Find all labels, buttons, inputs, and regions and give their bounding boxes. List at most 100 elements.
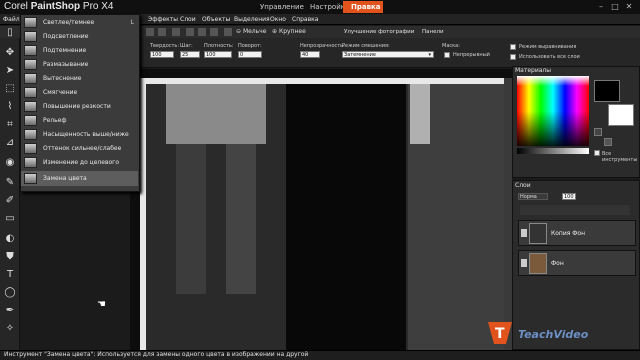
foreground-swatch[interactable]	[594, 80, 620, 102]
dropdown-item-label: Размазывание	[43, 61, 89, 68]
swap-colors-icon[interactable]	[594, 128, 602, 136]
redo-icon[interactable]	[186, 28, 194, 36]
selection-tool-icon[interactable]: ⬚	[3, 82, 17, 96]
panels-button[interactable]: Панели	[422, 29, 444, 35]
blend-mode-label: Режим смешения:	[342, 43, 390, 49]
visibility-eye-icon[interactable]	[521, 259, 527, 267]
undo-icon[interactable]	[172, 28, 180, 36]
shortcut-key: L	[130, 19, 134, 26]
dropdown-item-push[interactable]: Вытеснение	[21, 71, 138, 86]
burn-icon	[24, 45, 37, 56]
smudge-icon	[24, 59, 37, 70]
dropdown-item-emboss[interactable]: Рельеф	[21, 113, 138, 128]
enhance-photo-button[interactable]: Улучшение фотографии	[344, 29, 414, 35]
save-icon[interactable]	[158, 28, 166, 36]
rotation-input[interactable]: 0	[238, 51, 262, 58]
rotate-icon[interactable]	[210, 28, 218, 36]
photo-dress	[166, 84, 266, 144]
pick-tool-icon[interactable]: ➤	[3, 64, 17, 78]
dropdown-item-hue[interactable]: Оттенок сильнее/слабее	[21, 141, 138, 156]
dropdown-item-burn[interactable]: Подтемнение	[21, 43, 138, 58]
palette-highlight	[517, 76, 589, 86]
app-title-product: PaintShop	[30, 1, 81, 12]
emboss-icon	[24, 115, 37, 126]
dropdown-item-label: Светлее/темнее	[43, 19, 95, 26]
minimize-icon[interactable]: –	[596, 2, 606, 11]
image-canvas[interactable]	[146, 84, 504, 350]
texture-icon[interactable]	[604, 138, 612, 146]
menu-selections[interactable]: Выделения	[234, 15, 270, 24]
menu-layers[interactable]: Слои	[180, 15, 196, 24]
dropdown-item-sharpen[interactable]: Повышение резкости	[21, 99, 138, 114]
dropdown-item-lighten-darken[interactable]: Светлее/темнее L	[21, 15, 138, 30]
open-icon[interactable]	[146, 28, 154, 36]
pen-tool-icon[interactable]: ✒	[3, 304, 17, 318]
menu-effects[interactable]: Эффекты	[148, 15, 178, 24]
density-input[interactable]: 100	[204, 51, 232, 58]
crop-tool-icon[interactable]: ⌗	[3, 118, 17, 132]
layer-row-background[interactable]: Фон	[518, 250, 636, 276]
layer-blend-select[interactable]: Норма	[518, 193, 548, 200]
all-layers-checkbox[interactable]	[510, 54, 516, 60]
vertical-scrollbar[interactable]	[504, 78, 512, 350]
opacity-label: Непрозрачность:	[300, 43, 345, 49]
straighten-tool-icon[interactable]: ⊿	[3, 136, 17, 150]
layer-opacity-input[interactable]: 100	[562, 193, 576, 200]
dropdown-item-color-replacer[interactable]: Замена цвета	[21, 171, 138, 186]
background-swatch[interactable]	[608, 104, 634, 126]
layer-row-copy[interactable]: Копия Фон	[518, 220, 636, 246]
blend-mode-value: Затемнение	[344, 52, 376, 58]
red-eye-tool-icon[interactable]: ◉	[3, 156, 17, 170]
push-icon	[24, 73, 37, 84]
crop-icon[interactable]	[198, 28, 206, 36]
blend-mode-select[interactable]: Затемнение ▾	[342, 51, 434, 58]
menu-help[interactable]: Справка	[292, 15, 318, 24]
color-palette[interactable]	[517, 76, 589, 146]
step-input[interactable]: 25	[180, 51, 200, 58]
dropdown-item-soften[interactable]: Смягчение	[21, 85, 138, 100]
dropdown-item-saturation[interactable]: Насыщенность выше/ниже	[21, 127, 138, 142]
dropper-tool-icon[interactable]: ⌇	[3, 100, 17, 114]
new-file-icon[interactable]: ▯	[3, 26, 17, 40]
continuous-checkbox[interactable]	[444, 52, 450, 58]
smoothing-checkbox[interactable]	[510, 44, 516, 50]
zoom-out-button[interactable]: ⊖ Мельче	[236, 28, 266, 35]
dropdown-item-label: Рельеф	[43, 117, 67, 124]
photo-arm	[410, 84, 430, 144]
brush-tool-icon[interactable]: ✎	[3, 176, 17, 190]
zoom-in-button[interactable]: ⊕ Крупнее	[272, 28, 306, 35]
watermark-logo: T TeachVideo	[486, 318, 636, 348]
dropdown-item-dodge[interactable]: Подсветление	[21, 29, 138, 44]
menu-file[interactable]: Файл	[3, 15, 20, 24]
step-label: Шаг:	[180, 43, 193, 49]
fill-bucket-icon[interactable]: ⛊	[3, 250, 17, 264]
maximize-icon[interactable]: □	[610, 2, 620, 11]
hardness-label: Твердость:	[150, 43, 180, 49]
dropdown-item-smudge[interactable]: Размазывание	[21, 57, 138, 72]
print-icon[interactable]	[224, 28, 232, 36]
pan-tool-icon[interactable]: ✥	[3, 46, 17, 60]
tab-edit[interactable]: Правка	[343, 1, 383, 13]
close-icon[interactable]: ✕	[624, 2, 634, 11]
layer-name: Фон	[551, 260, 564, 267]
text-tool-icon[interactable]: T	[3, 268, 17, 282]
clone-tool-icon[interactable]: ✐	[3, 194, 17, 208]
grayscale-strip[interactable]	[517, 148, 589, 154]
menu-window[interactable]: Окно	[270, 15, 286, 24]
zoom-in-label: Крупнее	[278, 28, 306, 35]
smoothing-label: Режим выравнивания	[519, 44, 577, 50]
hardness-input[interactable]: 100	[150, 51, 174, 58]
warp-tool-icon[interactable]: ✧	[3, 322, 17, 336]
fill-tool-icon[interactable]: ◐	[3, 232, 17, 246]
zoom-in-icon: ⊕	[272, 28, 279, 35]
color-replacer-icon	[24, 173, 37, 184]
all-layers-label: Использовать все слои	[519, 54, 580, 60]
all-tools-checkbox[interactable]	[594, 150, 600, 156]
eraser-tool-icon[interactable]: ▭	[3, 212, 17, 226]
shape-tool-icon[interactable]: ◯	[3, 286, 17, 300]
opacity-input[interactable]: 40	[300, 51, 320, 58]
dropdown-item-label: Насыщенность выше/ниже	[43, 131, 129, 138]
dropdown-item-change-to-target[interactable]: Изменение до целевого	[21, 155, 138, 170]
visibility-eye-icon[interactable]	[521, 229, 527, 237]
menu-objects[interactable]: Объекты	[202, 15, 230, 24]
